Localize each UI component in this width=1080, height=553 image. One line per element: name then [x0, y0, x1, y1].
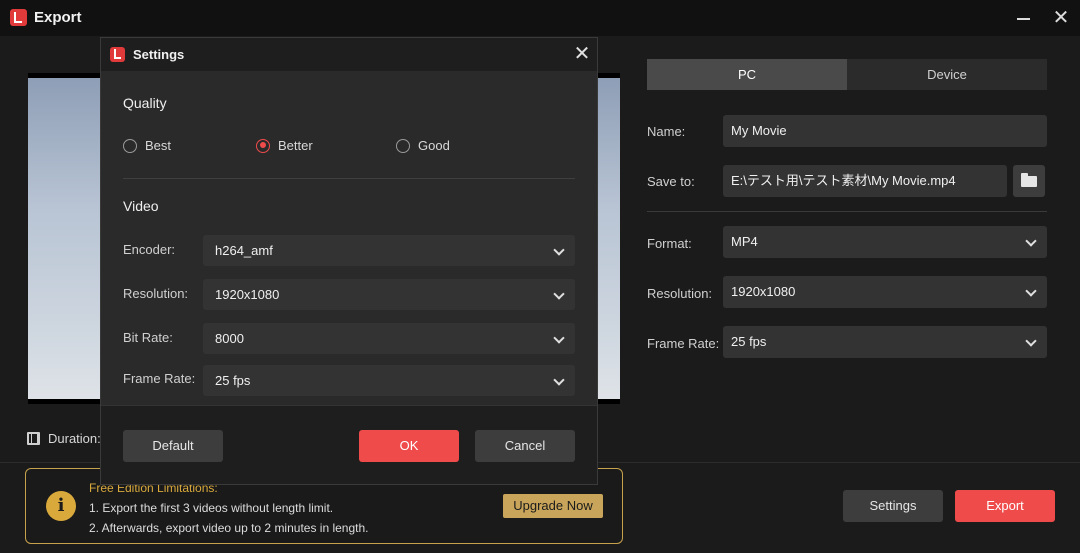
- framerate-label: Frame Rate:: [647, 336, 720, 351]
- save-path-input[interactable]: E:\テスト用\テスト素材\My Movie.mp4: [723, 165, 1007, 197]
- close-dialog-button[interactable]: ✕: [571, 43, 593, 65]
- cancel-button[interactable]: Cancel: [475, 430, 575, 462]
- chevron-down-icon: [553, 332, 565, 344]
- bitrate-select[interactable]: 8000: [203, 323, 575, 354]
- quality-option-label: Good: [418, 138, 450, 153]
- chevron-down-icon: [1025, 285, 1037, 297]
- quality-option-label: Better: [278, 138, 313, 153]
- settings-dialog: Settings ✕ Quality Best Better Good Vide…: [100, 37, 598, 485]
- encoder-value: h264_amf: [215, 243, 273, 258]
- folder-icon: [1021, 173, 1037, 187]
- quality-option-good[interactable]: Good: [396, 138, 450, 153]
- chevron-down-icon: [1025, 235, 1037, 247]
- dialog-resolution-value: 1920x1080: [215, 287, 280, 302]
- form-divider: [647, 211, 1047, 212]
- app-logo-icon: [110, 47, 125, 62]
- video-heading: Video: [123, 198, 159, 214]
- export-button[interactable]: Export: [955, 490, 1055, 522]
- chevron-down-icon: [553, 288, 565, 300]
- quality-option-better[interactable]: Better: [256, 138, 313, 153]
- dialog-resolution-select[interactable]: 1920x1080: [203, 279, 575, 310]
- limitation-line-2: 2. Afterwards, export video up to 2 minu…: [89, 521, 369, 535]
- resolution-select[interactable]: 1920x1080: [723, 276, 1047, 308]
- bitrate-label: Bit Rate:: [123, 330, 173, 345]
- chevron-down-icon: [553, 244, 565, 256]
- radio-icon: [396, 138, 410, 153]
- export-target-tabs: PC Device: [647, 59, 1047, 90]
- upgrade-now-button[interactable]: Upgrade Now: [503, 494, 603, 518]
- resolution-value: 1920x1080: [731, 284, 796, 299]
- app-logo-icon: [10, 9, 27, 26]
- ok-button[interactable]: OK: [359, 430, 459, 462]
- quality-option-best[interactable]: Best: [123, 138, 171, 153]
- radio-selected-icon: [256, 138, 270, 153]
- encoder-label: Encoder:: [123, 242, 176, 257]
- format-value: MP4: [731, 234, 758, 249]
- encoder-select[interactable]: h264_amf: [203, 235, 575, 266]
- dialog-framerate-value: 25 fps: [215, 373, 251, 388]
- resolution-label: Resolution:: [647, 286, 713, 301]
- quality-heading: Quality: [123, 95, 167, 111]
- framerate-select[interactable]: 25 fps: [723, 326, 1047, 358]
- window-title: Export: [34, 9, 82, 26]
- name-label: Name:: [647, 124, 686, 139]
- name-input[interactable]: My Movie: [723, 115, 1047, 147]
- tab-device[interactable]: Device: [847, 59, 1047, 90]
- dialog-header: Settings ✕: [101, 38, 597, 71]
- save-to-label: Save to:: [647, 174, 695, 189]
- tab-pc[interactable]: PC: [647, 59, 847, 90]
- limitation-line-1: 1. Export the first 3 videos without len…: [89, 501, 334, 515]
- dialog-framerate-select[interactable]: 25 fps: [203, 365, 575, 396]
- film-icon: [27, 431, 40, 445]
- dialog-framerate-label: Frame Rate:: [123, 371, 196, 386]
- dialog-resolution-label: Resolution:: [123, 286, 189, 301]
- dialog-title: Settings: [133, 47, 185, 62]
- chevron-down-icon: [1025, 335, 1037, 347]
- title-bar: Export ✕: [0, 0, 1080, 36]
- chevron-down-icon: [553, 374, 565, 386]
- duration-label: Duration:: [48, 430, 101, 446]
- duration-row: Duration:: [27, 430, 101, 446]
- bitrate-value: 8000: [215, 331, 244, 346]
- close-window-button[interactable]: ✕: [1049, 6, 1073, 30]
- quality-option-label: Best: [145, 138, 172, 153]
- settings-button[interactable]: Settings: [843, 490, 943, 522]
- info-icon: i: [46, 491, 76, 521]
- dialog-footer: Default OK Cancel: [101, 405, 597, 484]
- format-label: Format:: [647, 236, 692, 251]
- minimize-button[interactable]: [1012, 6, 1036, 30]
- format-select[interactable]: MP4: [723, 226, 1047, 258]
- browse-folder-button[interactable]: [1013, 165, 1045, 197]
- dialog-divider: [123, 178, 575, 179]
- default-button[interactable]: Default: [123, 430, 223, 462]
- radio-icon: [123, 138, 137, 153]
- framerate-value: 25 fps: [731, 334, 767, 349]
